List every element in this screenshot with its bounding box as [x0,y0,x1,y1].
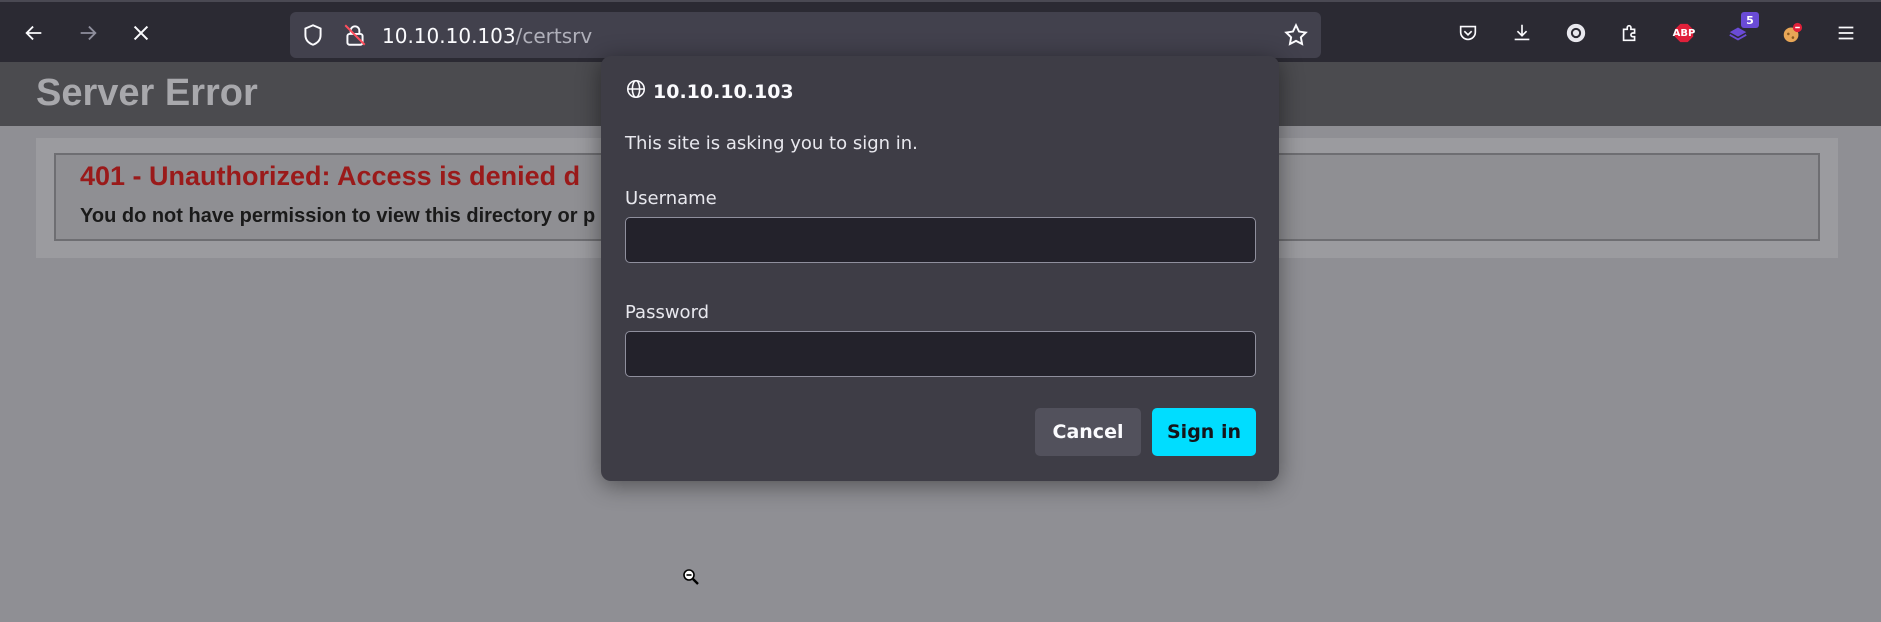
hamburger-menu-icon[interactable] [1827,14,1865,52]
tracking-shield-icon[interactable] [300,22,326,48]
dialog-host-text: 10.10.10.103 [653,80,794,103]
cancel-button[interactable]: Cancel [1035,408,1141,456]
puzzle-extensions-icon[interactable] [1611,14,1649,52]
error-heading: 401 - Unauthorized: Access is denied d [80,161,581,191]
stack-extension-icon[interactable]: 5 [1719,12,1759,52]
forward-arrow-icon[interactable] [69,14,107,52]
insecure-lock-icon[interactable] [342,22,368,48]
error-message: You do not have permission to view this … [80,205,596,227]
bookmark-star-icon[interactable] [1283,22,1309,48]
url-text[interactable]: 10.10.10.103/certsrv [382,24,592,48]
cookie-extension-icon[interactable] [1773,14,1811,52]
dialog-message: This site is asking you to sign in. [625,133,918,154]
password-field[interactable] [625,331,1256,377]
sign-in-dialog: 10.10.10.103 This site is asking you to … [601,56,1279,481]
username-label: Username [625,188,717,209]
browser-toolbar: 10.10.10.103/certsrv ABP 5 [0,0,1881,62]
extension-badge: 5 [1741,12,1759,28]
pocket-icon[interactable] [1449,14,1487,52]
url-path: /certsrv [515,24,593,48]
adblock-label: ABP [1672,27,1696,39]
url-host: 10.10.10.103 [382,24,516,48]
url-bar[interactable]: 10.10.10.103/certsrv [290,12,1321,58]
adblock-plus-icon[interactable]: ABP [1665,14,1703,52]
download-icon[interactable] [1503,14,1541,52]
back-arrow-icon[interactable] [15,14,53,52]
stop-loading-icon[interactable] [122,14,160,52]
zoom-out-cursor-icon [682,568,700,586]
username-field[interactable] [625,217,1256,263]
extension-circle-icon[interactable] [1557,14,1595,52]
globe-icon [625,78,647,105]
sign-in-button[interactable]: Sign in [1152,408,1256,456]
password-label: Password [625,302,710,323]
dialog-host: 10.10.10.103 [625,78,794,105]
page-title: Server Error [36,72,258,114]
